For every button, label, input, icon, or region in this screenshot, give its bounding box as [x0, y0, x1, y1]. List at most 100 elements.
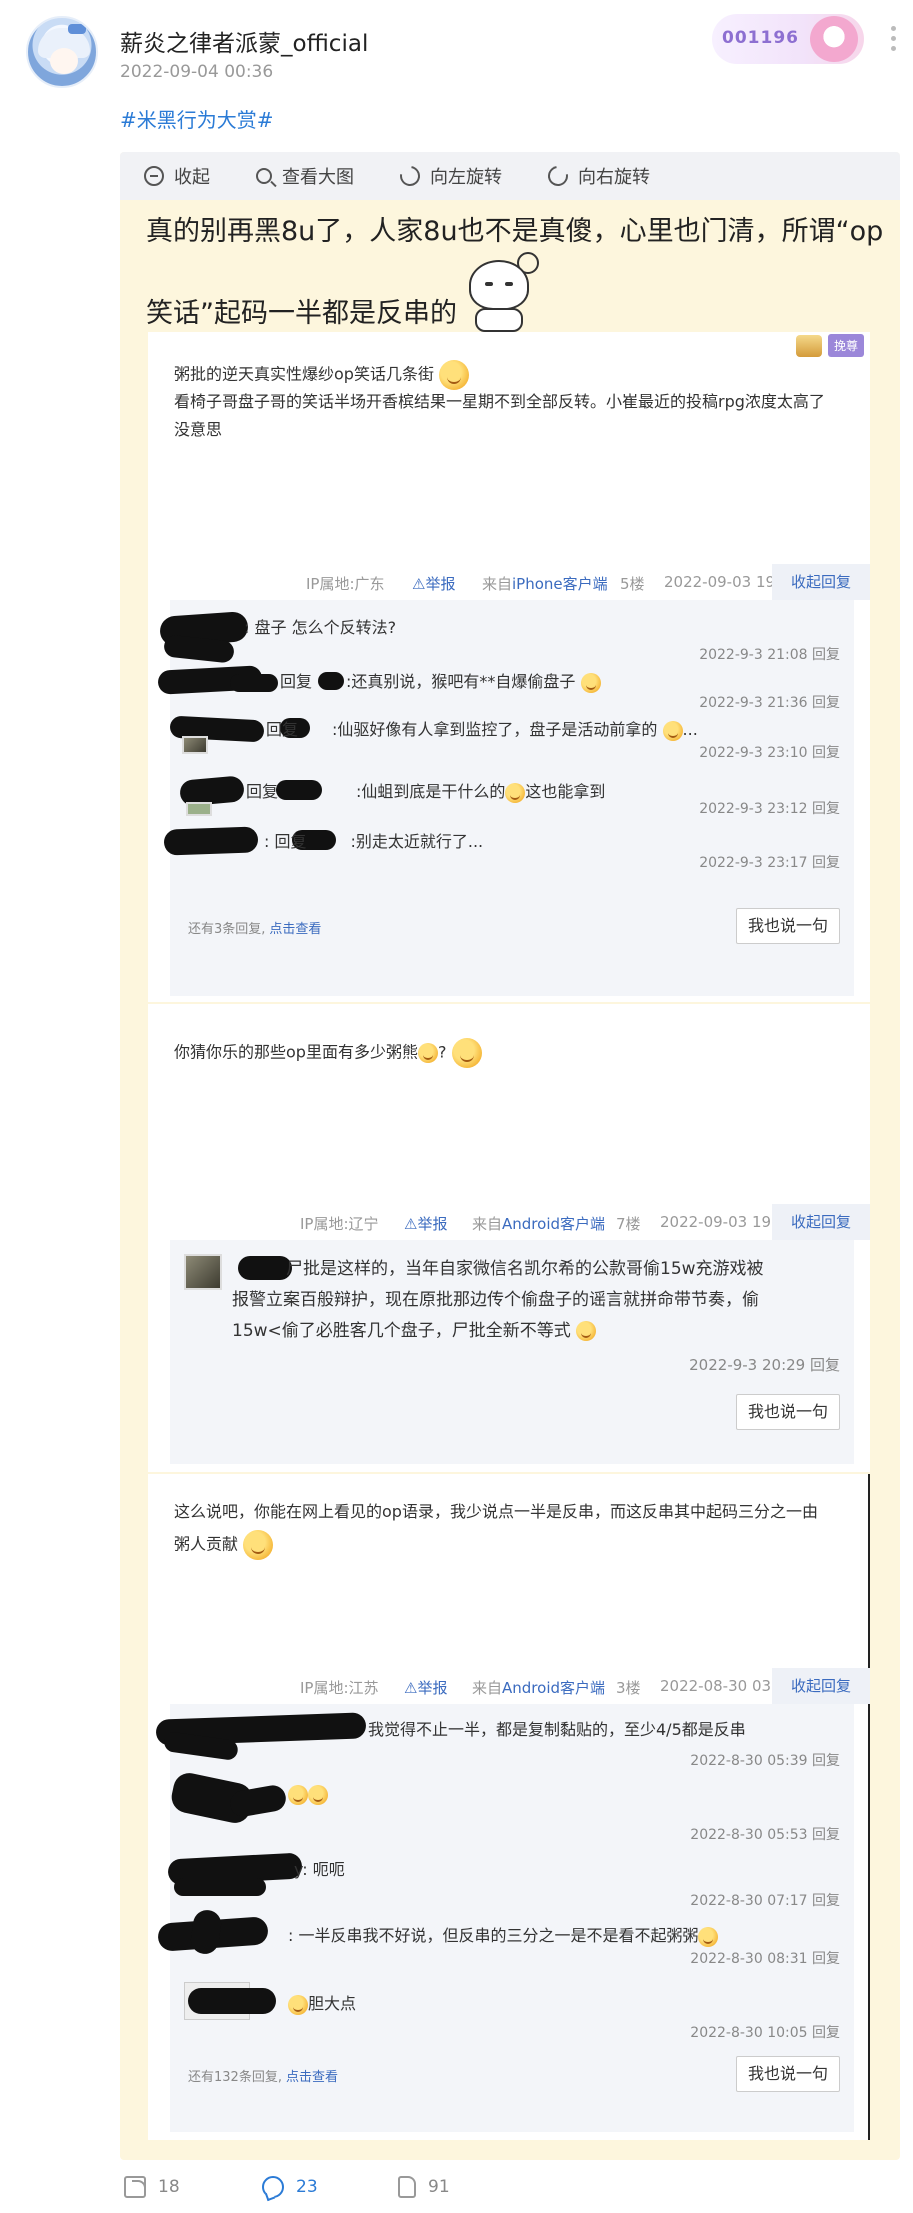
reply-button[interactable]: 我也说一句 — [736, 2056, 840, 2092]
reply-time: 2022-9-3 21:36 回复 — [699, 695, 840, 711]
rotate-right-icon — [544, 162, 572, 190]
collapse-reply-button[interactable]: 收起回复 — [772, 564, 870, 600]
comment-text-line-1: 粥批的逆天真实性爆纱op笑话几条街 — [174, 360, 844, 390]
tongue-emoji-icon — [451, 1038, 482, 1068]
reply-time: 2022-9-3 21:08 回复 — [699, 647, 840, 663]
reply-list: 我觉得不止一半，都是复制黏贴的，至少4/5都是反串 2022-8-30 05:3… — [155, 1704, 854, 2132]
reply-time: 2022-8-30 08:31 回复 — [690, 1951, 840, 1967]
hand-emoji-icon — [288, 1784, 308, 1805]
badge-character-icon — [810, 16, 858, 62]
image-toolbar: 收起 查看大图 向左旋转 向右旋转 — [120, 152, 900, 200]
share-icon — [124, 2176, 146, 2198]
comment-text-line-2: 看椅子哥盘子哥的笑话半场开香槟结果一星期不到全部反转。小崔最近的投稿rpg浓度太… — [174, 392, 825, 411]
comment-text-line-3: 没意思 — [174, 420, 223, 439]
expanded-image-panel: 收起 查看大图 向左旋转 向右旋转 真的别再黑8u了，人家8u也不是真傻，心里也… — [120, 152, 900, 2160]
smirk-emoji-icon — [308, 1784, 328, 1805]
more-options-icon[interactable] — [888, 26, 898, 56]
reply-time: 2022-9-3 23:17 回复 — [699, 855, 840, 871]
reply-text: 回复:还真别说，猴吧有**自爆偷盘子 — [280, 668, 601, 693]
rotate-left-icon — [396, 162, 424, 190]
smile-emoji-icon — [439, 360, 470, 390]
client-source: 来自iPhone客户端 — [482, 575, 608, 593]
user-avatar[interactable] — [26, 16, 98, 88]
redaction-scribble — [163, 826, 259, 856]
post-actions-bar: 18 23 91 — [0, 2168, 913, 2208]
reply-avatar — [182, 736, 208, 754]
client-source: 来自Android客户端 — [472, 1679, 606, 1697]
crown-icon — [795, 334, 822, 357]
image-caption-line-1: 真的别再黑8u了，人家8u也不是真傻，心里也门清，所谓“op — [146, 216, 884, 247]
redaction-scribble — [189, 1908, 223, 1956]
post-time: 2022-09-04 00:36 — [120, 62, 274, 82]
comment-text-line-1: 你猜你乐的那些op里面有多少粥熊? — [174, 1038, 844, 1068]
reply-time: 2022-8-30 10:05 回复 — [690, 2025, 840, 2041]
tongue-emoji-icon — [698, 1926, 719, 1947]
avatar-face — [50, 48, 78, 74]
reply-time: 2022-8-30 05:53 回复 — [690, 1827, 840, 1843]
share-button[interactable]: 18 — [124, 2176, 180, 2198]
view-large-label: 查看大图 — [282, 167, 354, 188]
thumbs-up-icon — [398, 2176, 416, 2198]
collapse-reply-button[interactable]: 收起回复 — [772, 1204, 870, 1240]
username[interactable]: 薪炎之律者派蒙_official — [120, 24, 368, 58]
poop-emoji-icon — [417, 1043, 438, 1063]
view-more-link[interactable]: 点击查看 — [286, 2070, 338, 2085]
comment-icon — [262, 2176, 284, 2198]
view-large-button[interactable]: 查看大图 — [256, 163, 354, 189]
redaction-scribble — [188, 1988, 276, 2014]
comment-text-line-1: 这么说吧，你能在网上看见的op语录，我少说点一半是反串，而这反串其中起码三分之一… — [174, 1502, 818, 1521]
ip-location: IP属地:江苏 — [300, 1679, 379, 1697]
more-replies-text: 还有132条回复, 点击查看 — [188, 2070, 338, 2085]
redaction-scribble — [174, 1878, 266, 1896]
topic-hashtag[interactable]: #米黑行为大赏# — [120, 104, 274, 133]
comment-button[interactable]: 23 — [262, 2176, 318, 2198]
collapse-image-button[interactable]: 收起 — [144, 163, 210, 189]
reply-time: 2022-9-3 20:29 回复 — [689, 1356, 840, 1374]
client-source: 来自Android客户端 — [472, 1215, 606, 1233]
vip-tag: 挽尊 — [795, 334, 864, 357]
reply-text: : 回复:别走太近就行了... — [264, 832, 484, 851]
comment-meta-row: IP属地:广东 ⚠举报 来自iPhone客户端 5楼 2022-09-03 19… — [148, 564, 870, 600]
share-count: 18 — [158, 2177, 180, 2197]
rotate-left-label: 向左旋转 — [430, 167, 502, 188]
reply-text: : 盘子 怎么个反转法? — [244, 618, 397, 637]
floor-number: 3楼 — [616, 1679, 641, 1697]
comment-card-floor-3: 这么说吧，你能在网上看见的op语录，我少说点一半是反串，而这反串其中起码三分之一… — [148, 1474, 870, 2140]
reply-text: 尸批是这样的，当年自家微信名凯尔希的公款哥偷15w充游戏被 报警立案百般辩护，现… — [232, 1259, 764, 1341]
comment-count: 23 — [296, 2177, 318, 2197]
report-link[interactable]: ⚠举报 — [404, 1677, 447, 1698]
report-link[interactable]: ⚠举报 — [412, 573, 455, 594]
collapse-reply-button[interactable]: 收起回复 — [772, 1668, 870, 1704]
search-icon — [256, 168, 272, 184]
reply-time: 2022-8-30 05:39 回复 — [690, 1753, 840, 1769]
report-link[interactable]: ⚠举报 — [404, 1213, 447, 1234]
reply-text — [288, 1784, 328, 1805]
sweat-emoji-icon — [662, 720, 683, 741]
chibi-sticker-icon — [455, 252, 545, 334]
mask-emoji-icon — [288, 1994, 308, 2015]
reply-button[interactable]: 我也说一句 — [736, 1394, 840, 1430]
redaction-scribble — [230, 674, 278, 692]
reply-time: 2022-8-30 07:17 回复 — [690, 1893, 840, 1909]
ip-location: IP属地:广东 — [306, 575, 385, 593]
collapse-label: 收起 — [174, 167, 210, 188]
rotate-right-button[interactable]: 向右旋转 — [544, 162, 650, 190]
reply-button[interactable]: 我也说一句 — [736, 908, 840, 944]
reply-avatar — [184, 1254, 222, 1290]
reply-avatar — [186, 802, 212, 816]
fear-emoji-icon — [505, 782, 526, 803]
smile-emoji-icon — [243, 1530, 274, 1560]
view-more-link[interactable]: 点击查看 — [269, 922, 321, 937]
badge-number: 001196 — [722, 28, 799, 48]
reply-text: 我觉得不止一半，都是复制黏贴的，至少4/5都是反串 — [368, 1720, 746, 1739]
reply-text: 回复:仙驱好像有人拿到监控了，盘子是活动前拿的 ... — [266, 720, 698, 741]
reply-text: y: 呃呃 — [294, 1860, 345, 1879]
avatar-crown-icon — [68, 24, 86, 34]
comment-meta-row: IP属地:辽宁 ⚠举报 来自Android客户端 7楼 2022-09-03 1… — [148, 1204, 870, 1240]
reply-list: 尸批是这样的，当年自家微信名凯尔希的公款哥偷15w充游戏被 报警立案百般辩护，现… — [170, 1240, 854, 1464]
floor-number: 5楼 — [620, 575, 645, 593]
like-button[interactable]: 91 — [398, 2176, 450, 2198]
rotate-left-button[interactable]: 向左旋转 — [396, 162, 502, 190]
fan-badge[interactable]: 001196 — [712, 14, 864, 64]
comment-meta-row: IP属地:江苏 ⚠举报 来自Android客户端 3楼 2022-08-30 0… — [148, 1668, 870, 1704]
